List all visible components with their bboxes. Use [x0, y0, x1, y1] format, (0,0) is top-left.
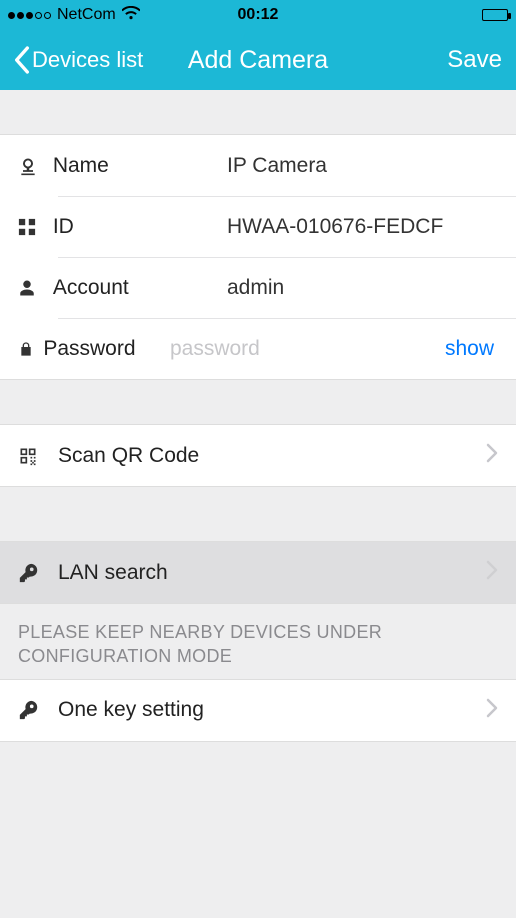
password-input[interactable]: [170, 337, 441, 361]
qrcode-icon: [18, 446, 58, 466]
user-icon: [18, 278, 53, 298]
scan-qr-section: Scan QR Code: [0, 424, 516, 487]
account-row[interactable]: Account: [0, 257, 516, 318]
show-password-button[interactable]: show: [441, 337, 498, 361]
grid-icon: [18, 218, 53, 236]
lan-search-row[interactable]: LAN search: [0, 542, 516, 603]
name-input[interactable]: [227, 154, 498, 178]
one-key-row[interactable]: One key setting: [0, 680, 516, 741]
scan-qr-row[interactable]: Scan QR Code: [0, 425, 516, 486]
key-icon: [18, 699, 58, 721]
config-mode-note: PLEASE KEEP NEARBY DEVICES UNDER CONFIGU…: [0, 604, 516, 679]
account-label: Account: [53, 276, 227, 300]
key-icon: [18, 562, 58, 584]
id-label: ID: [53, 215, 227, 239]
camera-form-section: Name ID Account Password show: [0, 134, 516, 380]
chevron-right-icon: [486, 560, 498, 585]
id-input[interactable]: [227, 215, 498, 239]
status-time: 00:12: [0, 6, 516, 24]
scan-qr-label: Scan QR Code: [58, 444, 486, 468]
account-input[interactable]: [227, 276, 498, 300]
status-right: [482, 9, 508, 21]
name-label: Name: [53, 154, 227, 178]
chevron-right-icon: [486, 698, 498, 723]
id-row[interactable]: ID: [0, 196, 516, 257]
save-button[interactable]: Save: [447, 46, 502, 74]
chevron-right-icon: [486, 443, 498, 468]
lan-search-label: LAN search: [58, 561, 486, 585]
chevron-left-icon: [14, 46, 30, 74]
password-label: Password: [43, 337, 170, 361]
back-button[interactable]: Devices list: [14, 46, 143, 74]
lock-icon: [18, 339, 43, 359]
lan-search-section: LAN search: [0, 541, 516, 604]
back-label: Devices list: [32, 47, 143, 73]
setup-group: LAN search PLEASE KEEP NEARBY DEVICES UN…: [0, 541, 516, 742]
one-key-section: One key setting: [0, 679, 516, 742]
one-key-label: One key setting: [58, 698, 486, 722]
nav-bar: Devices list Add Camera Save: [0, 30, 516, 90]
password-row[interactable]: Password show: [0, 318, 516, 379]
camera-icon: [18, 156, 53, 176]
name-row[interactable]: Name: [0, 135, 516, 196]
status-bar: NetCom 00:12: [0, 0, 516, 30]
battery-icon: [482, 9, 508, 21]
